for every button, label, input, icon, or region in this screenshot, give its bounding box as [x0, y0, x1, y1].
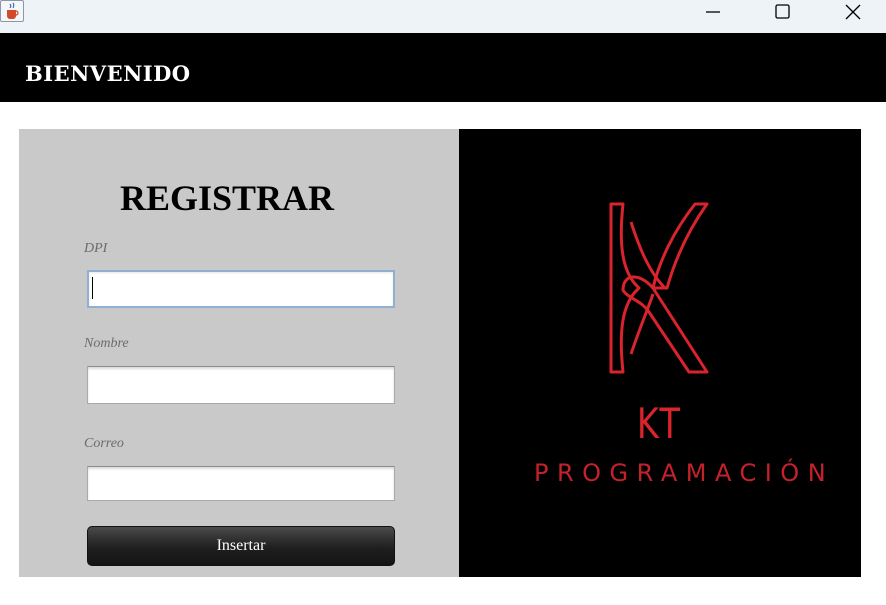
header-title: BIENVENIDO	[25, 61, 191, 86]
text-caret	[92, 277, 93, 299]
java-cup-icon	[0, 0, 24, 22]
maximize-icon	[775, 4, 790, 19]
maximize-button[interactable]	[760, 0, 806, 28]
correo-input[interactable]	[87, 466, 395, 501]
register-form-panel: REGISTRAR DPI Nombre Correo Insertar	[19, 129, 459, 577]
minimize-button[interactable]	[690, 0, 736, 28]
correo-label: Correo	[84, 436, 124, 451]
form-title: REGISTRAR	[119, 178, 335, 218]
insertar-button[interactable]: Insertar	[87, 526, 395, 566]
window-titlebar	[0, 0, 886, 33]
logo-panel: KT PROGRAMACIÓN	[459, 129, 861, 577]
kt-logo-mark-icon	[609, 202, 709, 374]
logo-letters: KT	[636, 399, 684, 448]
dpi-label: DPI	[84, 241, 108, 256]
header-bar: BIENVENIDO	[0, 33, 886, 102]
close-icon	[845, 4, 861, 20]
nombre-label: Nombre	[84, 336, 129, 351]
close-button[interactable]	[830, 0, 876, 28]
nombre-input[interactable]	[87, 366, 395, 404]
minimize-icon	[706, 11, 720, 13]
logo-tagline: PROGRAMACIÓN	[534, 459, 835, 487]
dpi-input[interactable]	[87, 270, 395, 308]
